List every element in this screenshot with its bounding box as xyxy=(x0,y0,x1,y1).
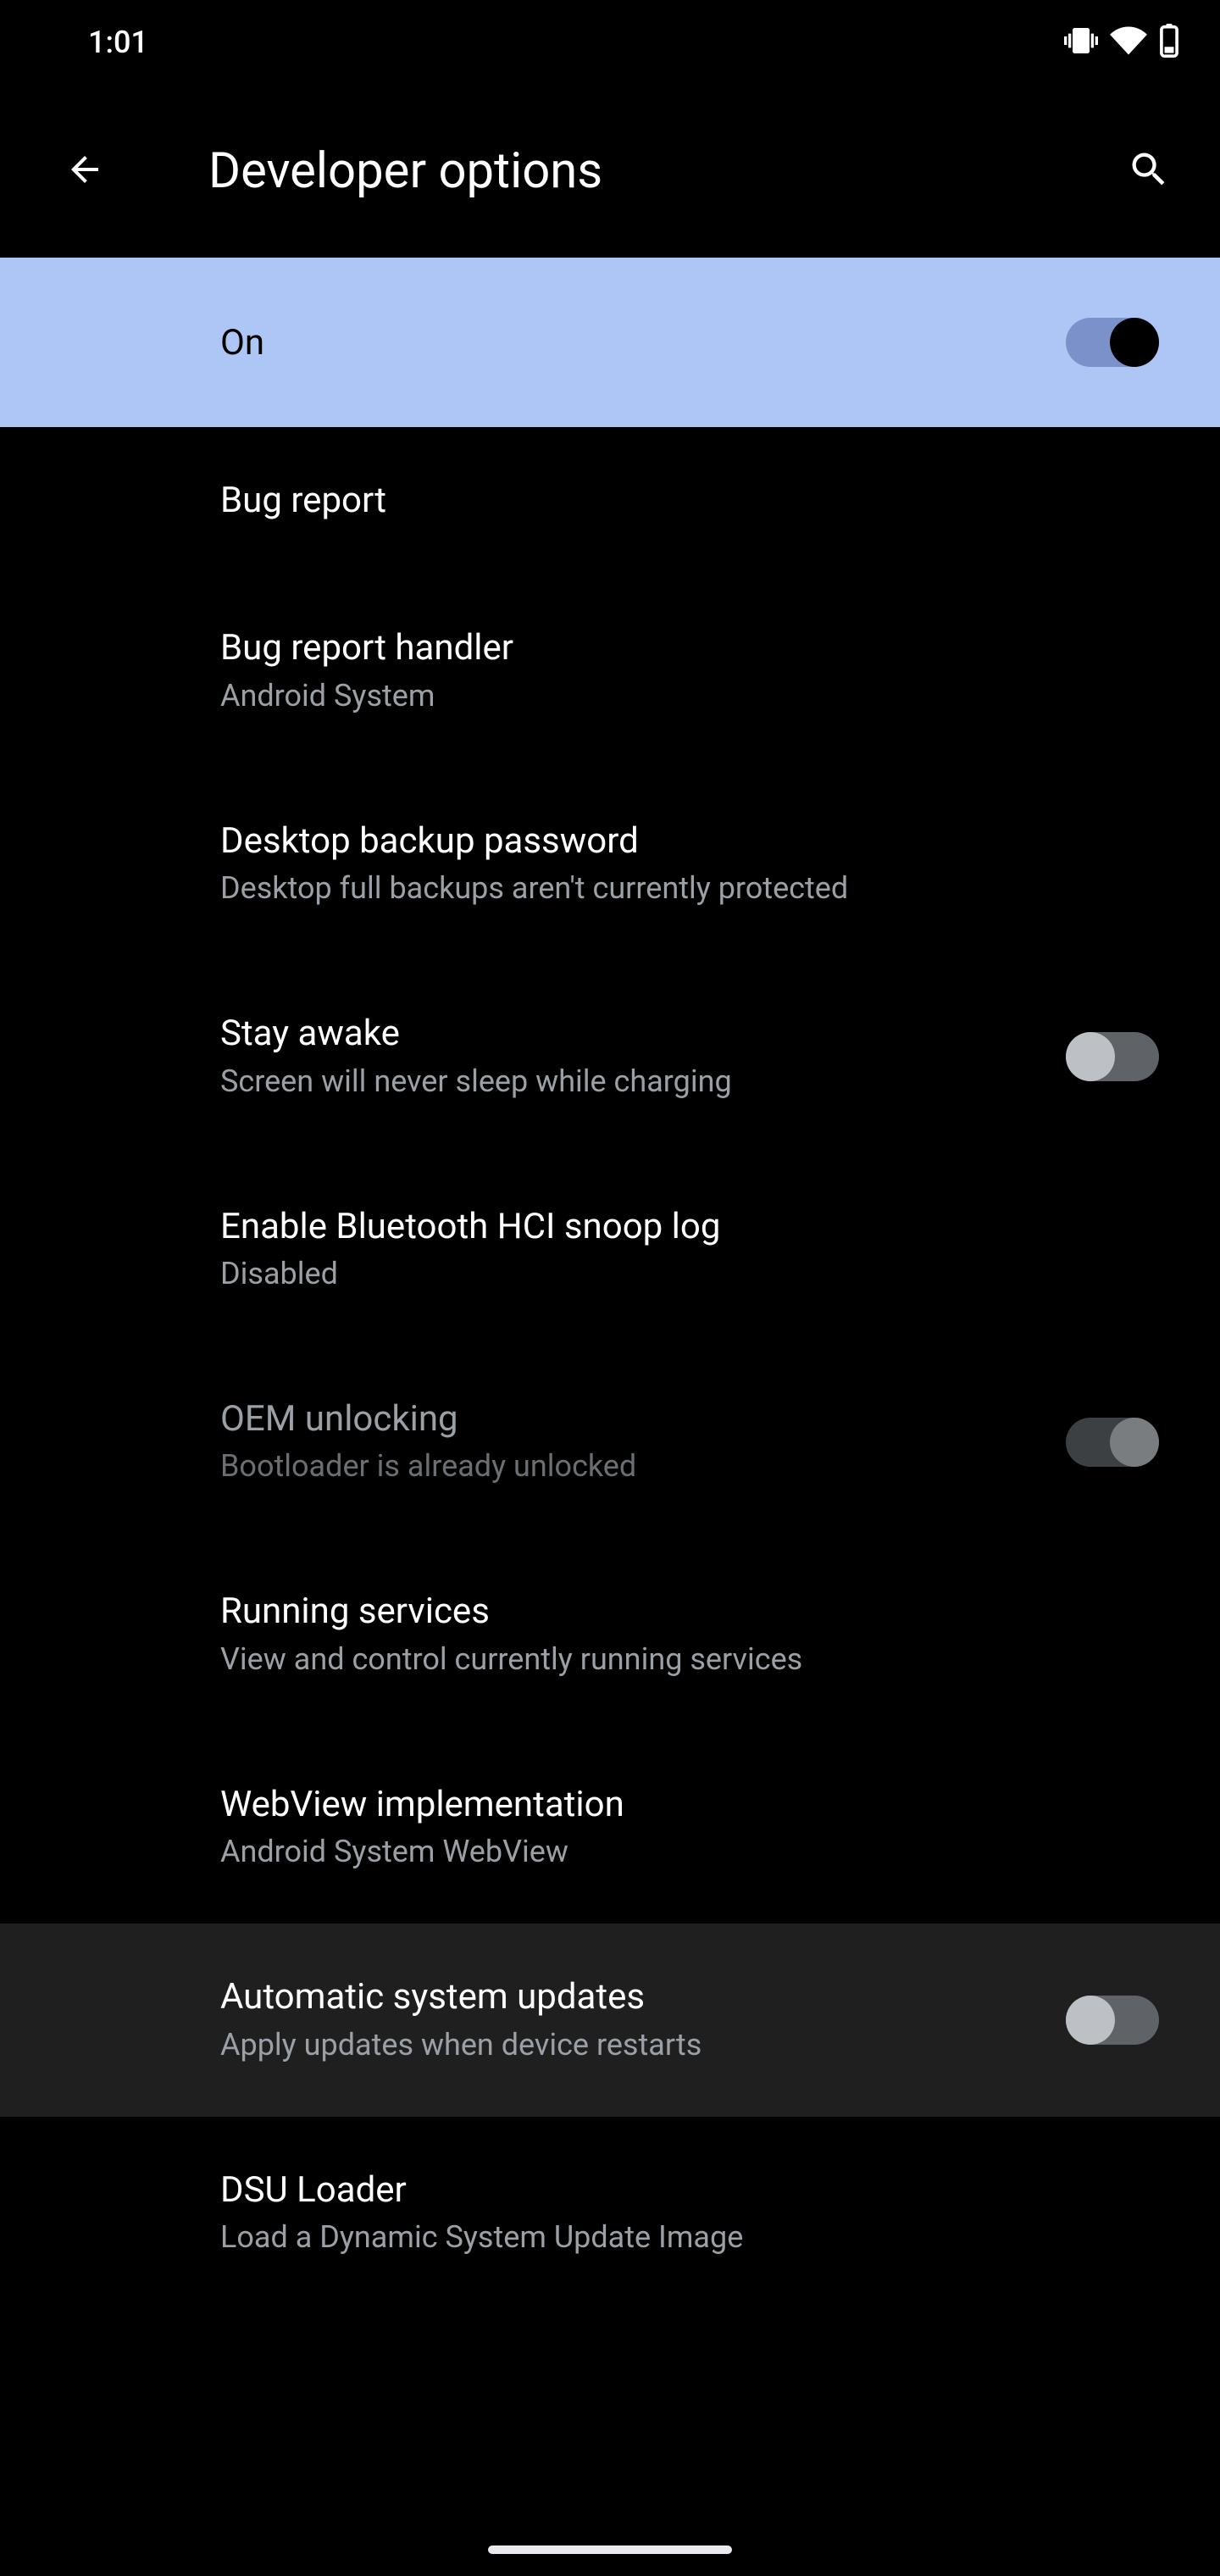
item-bug-report-handler[interactable]: Bug report handler Android System xyxy=(0,575,1220,767)
search-button[interactable] xyxy=(1118,141,1179,202)
search-icon xyxy=(1127,147,1171,195)
stay-awake-switch[interactable] xyxy=(1066,1032,1159,1081)
item-title: Automatic system updates xyxy=(220,1976,1066,2018)
item-bt-hci-snoop[interactable]: Enable Bluetooth HCI snoop log Disabled xyxy=(0,1153,1220,1346)
item-subtitle: Desktop full backups aren't currently pr… xyxy=(220,869,1159,908)
wifi-icon xyxy=(1110,22,1147,63)
home-indicator[interactable] xyxy=(488,2545,732,2554)
item-title: Running services xyxy=(220,1591,1159,1633)
item-desktop-backup-password[interactable]: Desktop backup password Desktop full bac… xyxy=(0,768,1220,960)
item-subtitle: Disabled xyxy=(220,1255,1159,1293)
item-title: Bug report handler xyxy=(220,627,1159,669)
auto-updates-switch[interactable] xyxy=(1066,1996,1159,2045)
item-oem-unlocking: OEM unlocking Bootloader is already unlo… xyxy=(0,1346,1220,1538)
page-title: Developer options xyxy=(208,142,1025,200)
item-title: Bug report xyxy=(220,480,1159,522)
master-toggle-label: On xyxy=(220,322,264,364)
item-subtitle: Bootloader is already unlocked xyxy=(220,1447,1066,1485)
item-title: Stay awake xyxy=(220,1013,1066,1055)
vibrate-icon xyxy=(1064,24,1098,61)
item-subtitle: Android System xyxy=(220,677,1159,715)
battery-icon xyxy=(1159,24,1179,61)
item-subtitle: Load a Dynamic System Update Image xyxy=(220,2218,1159,2257)
master-toggle-switch[interactable] xyxy=(1066,318,1159,367)
item-dsu-loader[interactable]: DSU Loader Load a Dynamic System Update … xyxy=(0,2117,1220,2309)
oem-unlocking-switch xyxy=(1066,1418,1159,1467)
item-subtitle: Screen will never sleep while charging xyxy=(220,1063,1066,1101)
item-auto-system-updates[interactable]: Automatic system updates Apply updates w… xyxy=(0,1924,1220,2116)
app-bar: Developer options xyxy=(0,85,1220,258)
item-title: DSU Loader xyxy=(220,2169,1159,2212)
item-subtitle: View and control currently running servi… xyxy=(220,1641,1159,1679)
item-title: OEM unlocking xyxy=(220,1398,1066,1441)
status-icons xyxy=(1064,22,1179,63)
item-webview-impl[interactable]: WebView implementation Android System We… xyxy=(0,1731,1220,1924)
master-toggle-row[interactable]: On xyxy=(0,258,1220,427)
item-title: WebView implementation xyxy=(220,1784,1159,1826)
item-subtitle: Android System WebView xyxy=(220,1833,1159,1871)
settings-list: Bug report Bug report handler Android Sy… xyxy=(0,427,1220,2309)
item-title: Enable Bluetooth HCI snoop log xyxy=(220,1206,1159,1248)
status-time: 1:01 xyxy=(88,25,148,60)
status-bar: 1:01 xyxy=(0,0,1220,85)
item-bug-report[interactable]: Bug report xyxy=(0,427,1220,575)
item-running-services[interactable]: Running services View and control curren… xyxy=(0,1538,1220,1730)
item-title: Desktop backup password xyxy=(220,820,1159,863)
back-button[interactable] xyxy=(54,141,115,202)
arrow-back-icon xyxy=(64,149,105,193)
item-stay-awake[interactable]: Stay awake Screen will never sleep while… xyxy=(0,960,1220,1152)
item-subtitle: Apply updates when device restarts xyxy=(220,2026,1066,2064)
